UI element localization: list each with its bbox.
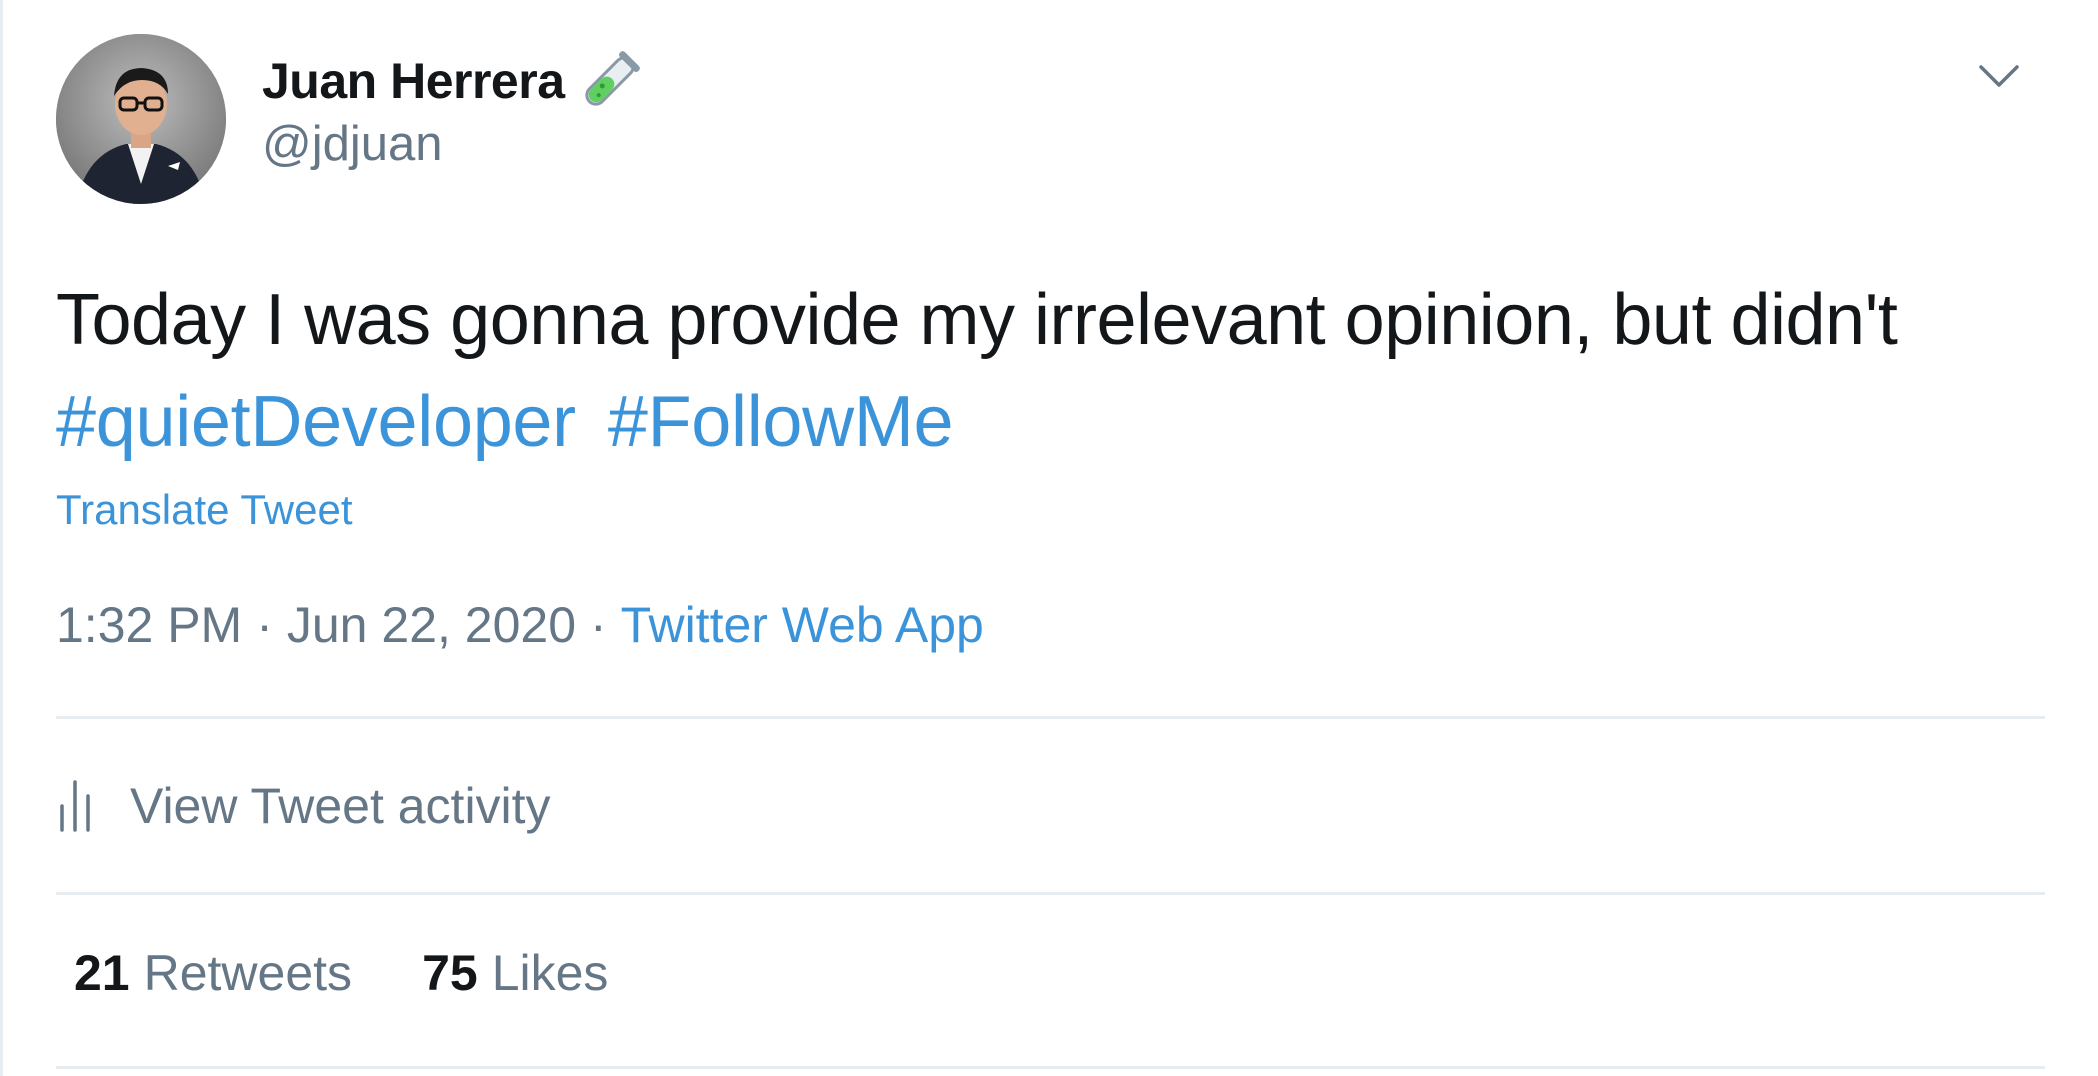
user-block: Juan Herrera @jdjuan bbox=[262, 48, 643, 172]
user-handle[interactable]: @jdjuan bbox=[262, 116, 643, 172]
view-tweet-activity-button[interactable]: View Tweet activity bbox=[56, 766, 551, 846]
meta-separator: · bbox=[256, 597, 273, 653]
translate-tweet-link[interactable]: Translate Tweet bbox=[56, 486, 352, 534]
tweet-meta: 1:32 PM · Jun 22, 2020 · Twitter Web App bbox=[56, 596, 984, 654]
test-tube-icon bbox=[577, 48, 643, 114]
tweet-source-link[interactable]: Twitter Web App bbox=[621, 597, 984, 653]
more-options-button[interactable] bbox=[1971, 48, 2027, 104]
tweet-date[interactable]: Jun 22, 2020 bbox=[287, 597, 576, 653]
tweet-text: Today I was gonna provide my irrelevant … bbox=[56, 280, 1898, 360]
tweet-time[interactable]: 1:32 PM bbox=[56, 597, 242, 653]
divider bbox=[56, 716, 2045, 719]
meta-separator: · bbox=[590, 597, 607, 653]
retweets-label: Retweets bbox=[143, 945, 353, 1001]
display-name-row: Juan Herrera bbox=[262, 48, 643, 114]
hashtag-quiet-developer[interactable]: #quietDeveloper bbox=[56, 382, 576, 462]
display-name[interactable]: Juan Herrera bbox=[262, 52, 565, 110]
likes-stat[interactable]: 75 Likes bbox=[422, 944, 608, 1002]
likes-count: 75 bbox=[422, 945, 478, 1001]
engagement-stats: 21 Retweets 75 Likes bbox=[74, 944, 608, 1002]
left-border bbox=[0, 0, 3, 1076]
retweets-count: 21 bbox=[74, 945, 130, 1001]
bar-chart-icon bbox=[56, 776, 96, 837]
tweet-card: Juan Herrera @jdjuan Today I was gonna p… bbox=[56, 0, 2045, 1076]
view-tweet-activity-label: View Tweet activity bbox=[130, 778, 551, 834]
hashtag-row: #quietDeveloper #FollowMe bbox=[56, 370, 954, 474]
likes-label: Likes bbox=[491, 945, 609, 1001]
avatar[interactable] bbox=[56, 34, 226, 204]
chevron-down-icon bbox=[1979, 65, 2019, 87]
hashtag-follow-me[interactable]: #FollowMe bbox=[608, 382, 954, 462]
divider bbox=[56, 892, 2045, 895]
divider bbox=[56, 1066, 2045, 1069]
retweets-stat[interactable]: 21 Retweets bbox=[74, 944, 352, 1002]
